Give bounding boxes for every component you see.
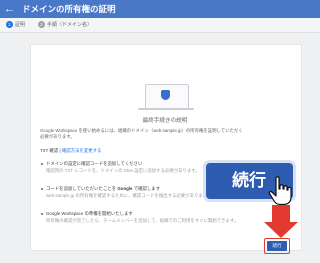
method-row: TXT 確認 | 確認方法を変更する [40, 148, 102, 153]
red-arrow-down-icon [272, 205, 290, 223]
bullet-icon [41, 213, 43, 215]
step-1: 1 証明 [6, 21, 25, 29]
step-label: 証明 [15, 22, 26, 28]
step-number: 1 [6, 21, 13, 29]
app-bar: ← ドメインの所有権の証明 [0, 0, 320, 18]
step-label: 手順（ドメイン名） [47, 22, 93, 28]
bullet-1-title: ドメインの設定に確認コードを追加してください [46, 161, 143, 166]
bullet-2-desc: web-sample.jp の所有権を確認するために、確認コードを検出する必要が… [46, 193, 212, 198]
bullet-3-title: Google Workspace の準備を開始いたします [46, 211, 133, 216]
step-number: 2 [38, 21, 45, 29]
bullet-1-desc: 確認用の TXT レコードを、ドメインの DNS 設定に追加する必要があります。 [46, 168, 200, 173]
bullet-icon [41, 188, 43, 190]
continue-button[interactable]: 続行 [267, 241, 287, 251]
bullet-3-desc: 所有権の確認が完了したら、チームメンバーを追加して、組織でのご利用をすぐに開始で… [46, 218, 239, 223]
intro-text-line-2: 必要があります。 [40, 134, 75, 139]
bullet-2-title: コードを追加していただいたことを Google で確認します [46, 186, 161, 191]
section-heading: 最終手続きの説明 [142, 118, 188, 124]
highlight-box: 続行 [264, 238, 290, 254]
red-arrow-head [264, 222, 298, 238]
laptop-base [138, 108, 194, 110]
hand-pointer-icon [268, 176, 292, 206]
arrow-left-icon[interactable]: ← [4, 2, 15, 16]
step-2: 2 手順（ドメイン名） [38, 21, 92, 29]
method-label: TXT 確認 [40, 148, 59, 153]
shield-icon [161, 90, 170, 100]
change-method-link[interactable]: 確認方法を変更する [62, 148, 102, 153]
page-title: ドメインの所有権の証明 [22, 4, 116, 14]
stepper: 1 証明 2 手順（ドメイン名） [0, 18, 320, 33]
bullet-icon [41, 163, 43, 165]
